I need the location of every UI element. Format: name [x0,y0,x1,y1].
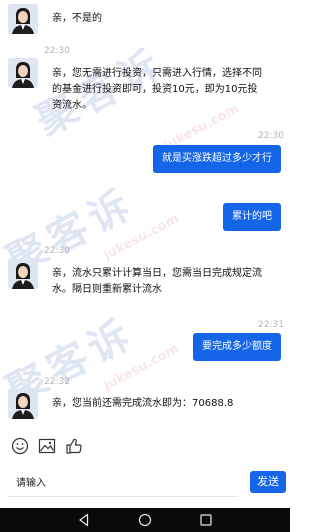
watermark-url: jukesu.com [101,211,182,264]
watermark-url: jukesu.com [101,341,182,394]
agent-avatar-icon [8,389,38,419]
message-text: 亲，您当前还需完成流水即为：70688.8 [52,398,234,409]
agent-avatar-icon [8,58,38,88]
chat-area: 聚客诉 聚客诉 聚客诉 jukesu.com jukesu.com jukesu… [0,0,290,430]
message-text: 亲，不是的 [52,13,102,24]
message-time: 22:30 [44,46,70,56]
agent-avatar-icon [8,259,38,289]
agent-avatar-icon [8,4,38,34]
agent-avatar[interactable] [8,58,38,88]
input-placeholder: 请输入 [16,478,46,489]
message-input[interactable]: 请输入 [8,468,238,497]
recent-apps-icon[interactable] [198,512,214,528]
message-time: 22:30 [44,246,70,256]
home-icon[interactable] [137,512,153,528]
system-nav-bar [0,508,290,532]
user-message-bubble[interactable]: 累计的吧 [223,203,281,231]
agent-avatar[interactable] [8,389,38,419]
user-message-bubble[interactable]: 要完成多少额度 [193,333,281,361]
message-time: 22:31 [258,320,284,330]
message-time: 22:32 [44,377,70,387]
agent-avatar[interactable] [8,4,38,34]
message-text: 亲，流水只累计计算当日，您需当日完成规定流水。隔日则重新累计流水 [52,268,262,295]
image-icon[interactable] [37,436,59,458]
message-text: 亲，您无需进行投资，只需进入行情，选择不同的基金进行投资即可，投资10元，即为1… [52,68,262,111]
back-icon[interactable] [76,512,92,528]
message-time: 22:30 [258,131,284,141]
emoji-icon[interactable] [10,436,32,458]
agent-avatar[interactable] [8,259,38,289]
send-button[interactable]: 发送 [250,471,286,493]
user-message-bubble[interactable]: 就是买涨跌超过多少才行 [153,145,281,173]
thumbs-up-icon[interactable] [64,436,86,458]
input-toolbar [0,436,290,466]
input-row: 请输入 发送 [0,468,290,502]
